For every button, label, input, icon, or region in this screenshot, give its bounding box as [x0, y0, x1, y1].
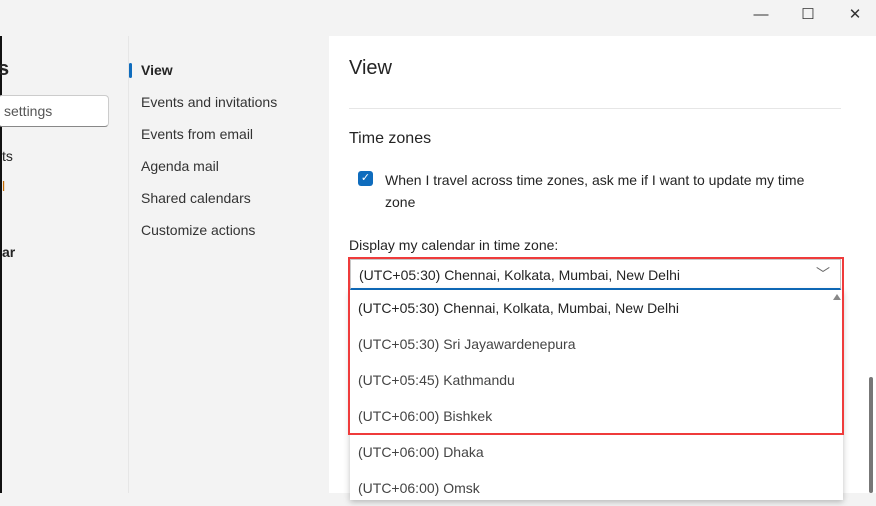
divider: [349, 108, 841, 109]
maximize-button[interactable]: ☐: [785, 0, 831, 28]
timezone-option[interactable]: (UTC+05:45) Kathmandu: [350, 362, 843, 398]
settings-title: s: [0, 58, 10, 80]
title-bar: — ☐ ✕: [0, 0, 876, 36]
scroll-up-arrow-icon[interactable]: [833, 294, 841, 300]
nav-item-agenda-mail[interactable]: Agenda mail: [141, 158, 219, 174]
timezone-option[interactable]: (UTC+06:00) Omsk: [350, 470, 843, 506]
nav-item-events-from-email[interactable]: Events from email: [141, 126, 253, 142]
settings-content: View Time zones ✓ When I travel across t…: [329, 36, 876, 500]
page-title: View: [349, 57, 392, 79]
timezone-option[interactable]: (UTC+06:00) Dhaka: [350, 434, 843, 470]
sidebar-item-accounts[interactable]: ts: [2, 148, 13, 164]
selected-indicator: [129, 63, 132, 78]
close-button[interactable]: ✕: [832, 0, 876, 28]
travel-timezone-checkbox[interactable]: ✓: [358, 171, 373, 186]
timezone-option[interactable]: (UTC+05:30) Chennai, Kolkata, Mumbai, Ne…: [350, 290, 843, 326]
settings-sidebar: s settings ts l ar: [0, 36, 128, 493]
nav-item-shared-calendars[interactable]: Shared calendars: [141, 190, 251, 206]
timezone-select[interactable]: (UTC+05:30) Chennai, Kolkata, Mumbai, Ne…: [350, 259, 841, 290]
search-settings-input[interactable]: settings: [0, 95, 109, 127]
page-scrollbar[interactable]: [869, 377, 873, 493]
nav-item-events-invitations[interactable]: Events and invitations: [141, 94, 277, 110]
timezone-option[interactable]: (UTC+06:00) Bishkek: [350, 398, 843, 434]
chevron-down-icon: ﹀: [816, 266, 830, 282]
calendar-settings-nav: View Events and invitations Events from …: [128, 36, 329, 493]
travel-timezone-label: When I travel across time zones, ask me …: [385, 172, 805, 210]
timezone-selected-value: (UTC+05:30) Chennai, Kolkata, Mumbai, Ne…: [359, 267, 680, 283]
timezone-dropdown-list: (UTC+05:30) Chennai, Kolkata, Mumbai, Ne…: [350, 290, 843, 500]
nav-item-customize-actions[interactable]: Customize actions: [141, 222, 255, 238]
timezone-label: Display my calendar in time zone:: [349, 237, 559, 253]
minimize-button[interactable]: —: [738, 0, 784, 28]
timezone-option[interactable]: (UTC+05:30) Sri Jayawardenepura: [350, 326, 843, 362]
section-title: Time zones: [349, 130, 432, 147]
sidebar-item-calendar[interactable]: ar: [2, 244, 15, 260]
nav-item-view[interactable]: View: [141, 62, 173, 78]
sidebar-item-mail[interactable]: l: [2, 178, 5, 194]
